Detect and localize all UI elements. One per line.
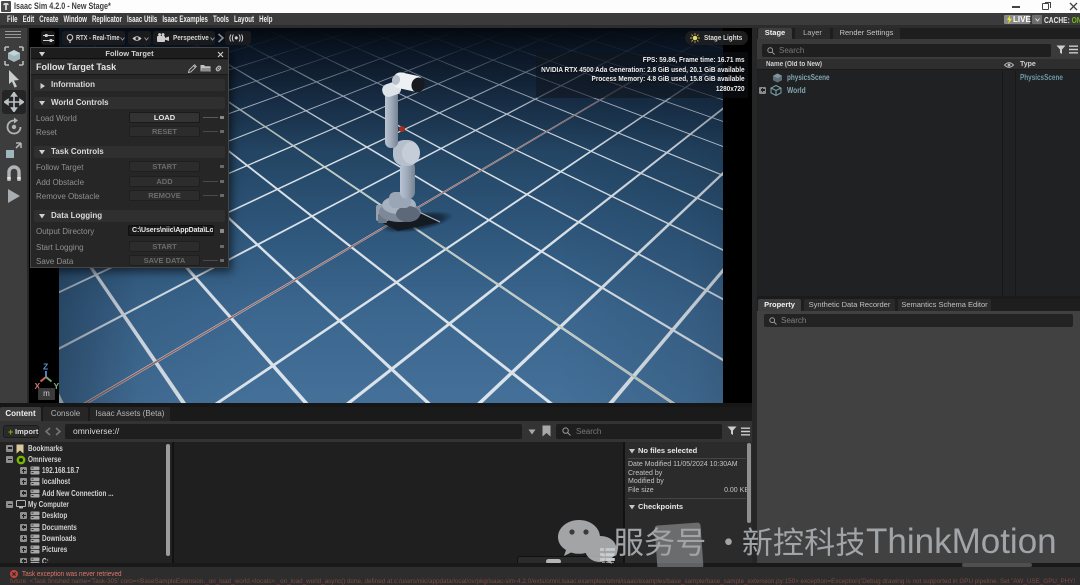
svg-text:Z: Z	[43, 362, 48, 372]
